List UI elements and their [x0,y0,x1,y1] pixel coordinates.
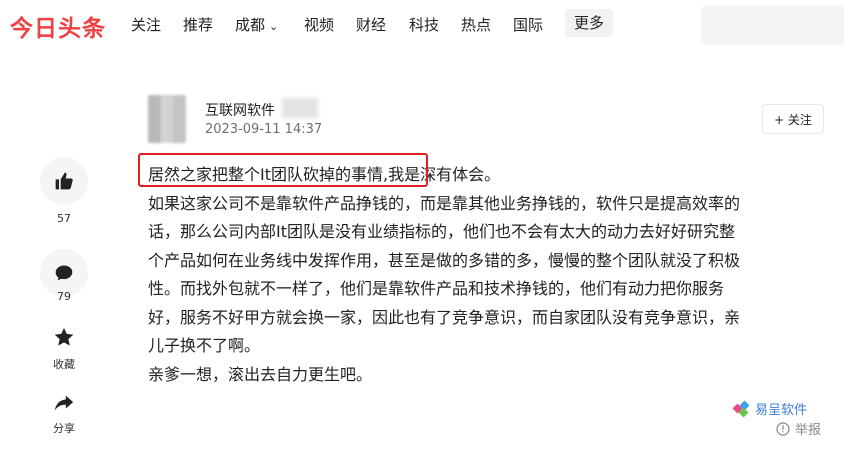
nav-item-recommend[interactable]: 推荐 [183,14,213,35]
nav-item-chengdu-label: 成都 [235,16,266,34]
post-line: 亲爹一想，滚出去自力更生吧。 [148,364,373,384]
like-count: 57 [57,212,71,225]
post-line: 如果这家公司不是靠软件产品挣钱的，而是靠其他业务挣钱的，软件只是提高效率的 [148,193,741,213]
article-page: 今日头条 关注 推荐 成都 ⌄ 视频 财经 科技 热点 国际 更多 57 79 收… [0,0,844,456]
report-button[interactable]: 举报 [776,419,821,438]
post-line: 性。而找外包就不一样了，他们是靠软件产品和技术挣钱的，他们有动力把你服务 [148,279,725,298]
chevron-down-icon: ⌄ [269,20,279,33]
nav-item-chengdu[interactable]: 成都 ⌄ [235,14,278,35]
nav-item-hot[interactable]: 热点 [461,14,491,35]
post-line: 儿子换不了啊。 [148,336,261,355]
favorite-label: 收藏 [53,358,75,371]
red-highlight-box [138,153,428,187]
top-nav-bar: 今日头条 关注 推荐 成都 ⌄ 视频 财经 科技 热点 国际 更多 [0,0,844,50]
watermark-text: 易呈软件 [755,403,808,418]
thumbs-up-icon [54,171,74,191]
report-label: 举报 [795,423,822,438]
nav-item-tech[interactable]: 科技 [409,14,439,35]
author-name-redaction [282,98,318,118]
follow-button[interactable]: + 关注 [762,104,824,134]
post-line: 个产品如何在业务线中发挥作用，甚至是做的多错的多，慢慢的整个团队就没了积极 [148,250,741,270]
comment-icon [54,263,74,283]
star-icon [53,326,75,348]
nav-item-follow[interactable]: 关注 [131,14,161,35]
watermark-logo-icon [733,400,751,418]
share-button[interactable] [48,388,80,418]
search-input[interactable] [701,5,844,45]
info-circle-icon [776,421,790,436]
nav-item-video[interactable]: 视频 [304,14,334,35]
author-avatar[interactable] [148,95,186,143]
author-name[interactable]: 互联网软件 [205,100,275,120]
nav-item-finance[interactable]: 财经 [356,14,386,35]
nav-item-international[interactable]: 国际 [513,14,543,35]
nav-more-button[interactable]: 更多 [565,9,613,37]
toutiao-logo[interactable]: 今日头条 [10,9,106,43]
favorite-button[interactable] [48,322,80,352]
watermark: 易呈软件 [733,399,807,418]
post-line: 话，那么公司内部It团队是没有业绩指标的，他们也不会有太大的动力去好好研究整 [148,222,735,241]
post-line: 好，服务不好甲方就会换一家，因此也有了竞争意识，而自家团队没有竞争意识，亲 [148,307,741,327]
share-arrow-icon [53,392,75,414]
post-timestamp: 2023-09-11 14:37 [205,122,323,137]
share-label: 分享 [53,422,75,435]
like-button[interactable] [40,157,88,205]
post-body: 居然之家把整个It团队砍掉的事情,我是深有体会。 如果这家公司不是靠软件产品挣钱… [148,161,824,389]
comment-count: 79 [57,290,71,303]
